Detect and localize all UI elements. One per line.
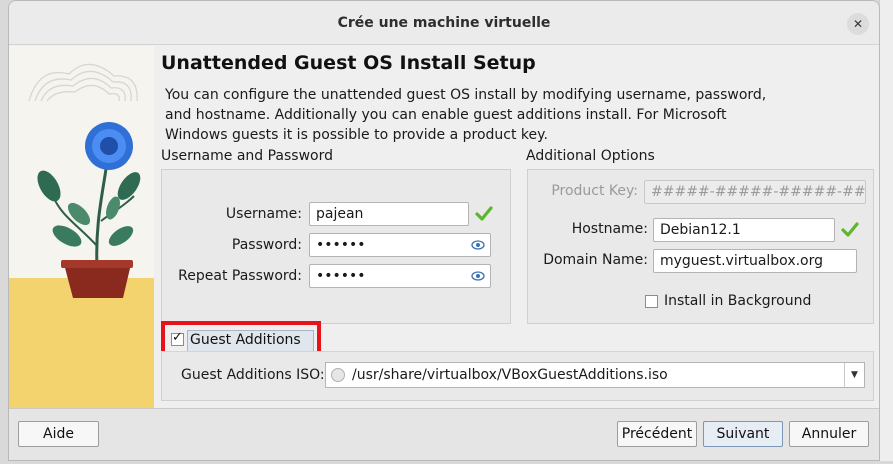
page-description: You can configure the unattended guest O… [165,87,767,143]
credentials-group-label: Username and Password [161,148,333,164]
domain-name-label: Domain Name: [543,252,648,268]
disc-icon [331,368,345,382]
eye-icon[interactable] [471,269,485,283]
username-label: Username: [225,206,302,222]
background-window-edge [879,0,893,461]
guest-additions-label[interactable]: Guest Additions [190,332,301,348]
repeat-password-label: Repeat Password: [178,268,302,284]
cancel-button[interactable]: Annuler [789,421,869,447]
title-bar: Crée une machine virtuelle ✕ [9,1,879,45]
product-key-label: Product Key: [551,183,638,199]
wizard-illustration [9,46,154,408]
username-field[interactable]: pajean [309,202,469,226]
password-label: Password: [231,237,302,253]
hostname-field[interactable]: Debian12.1 [653,218,835,242]
eye-icon[interactable] [471,238,485,252]
plant-illustration [9,46,154,408]
create-vm-dialog: Crée une machine virtuelle ✕ Unattended … [8,0,880,461]
credentials-panel: Username: pajean Password: •••••• Repeat… [161,169,511,324]
next-button[interactable]: Suivant [703,421,783,447]
product-key-field[interactable]: #####-#####-#####-#####- [644,180,866,204]
additional-panel: Product Key: #####-#####-#####-#####- Ho… [527,169,874,324]
additional-group-label: Additional Options [526,148,655,164]
domain-name-field[interactable]: myguest.virtualbox.org [653,249,857,273]
guest-additions-checkbox[interactable] [171,330,184,346]
password-value: •••••• [316,237,366,253]
close-icon: ✕ [852,17,864,31]
page-title: Unattended Guest OS Install Setup [161,52,536,74]
green-check-icon [475,206,493,221]
window-title: Crée une machine virtuelle [337,15,551,31]
repeat-password-field[interactable]: •••••• [309,264,491,288]
hostname-label: Hostname: [571,221,648,237]
close-button[interactable]: ✕ [847,13,869,35]
guest-additions-iso-label: Guest Additions ISO: [181,367,325,383]
page-content: Unattended Guest OS Install Setup You ca… [161,46,879,408]
password-field[interactable]: •••••• [309,233,491,257]
install-background-label[interactable]: Install in Background [664,293,811,309]
install-background-checkbox[interactable] [645,295,658,308]
back-button[interactable]: Précédent [617,421,697,447]
guest-additions-iso-combo[interactable]: /usr/share/virtualbox/VBoxGuestAdditions… [325,362,865,388]
green-check-icon [841,222,859,237]
dialog-footer: Aide Précédent Suivant Annuler [9,408,879,460]
repeat-password-value: •••••• [316,268,366,284]
chevron-down-icon[interactable]: ▼ [844,363,864,387]
guest-additions-iso-value: /usr/share/virtualbox/VBoxGuestAdditions… [352,367,668,383]
help-button[interactable]: Aide [18,421,99,447]
